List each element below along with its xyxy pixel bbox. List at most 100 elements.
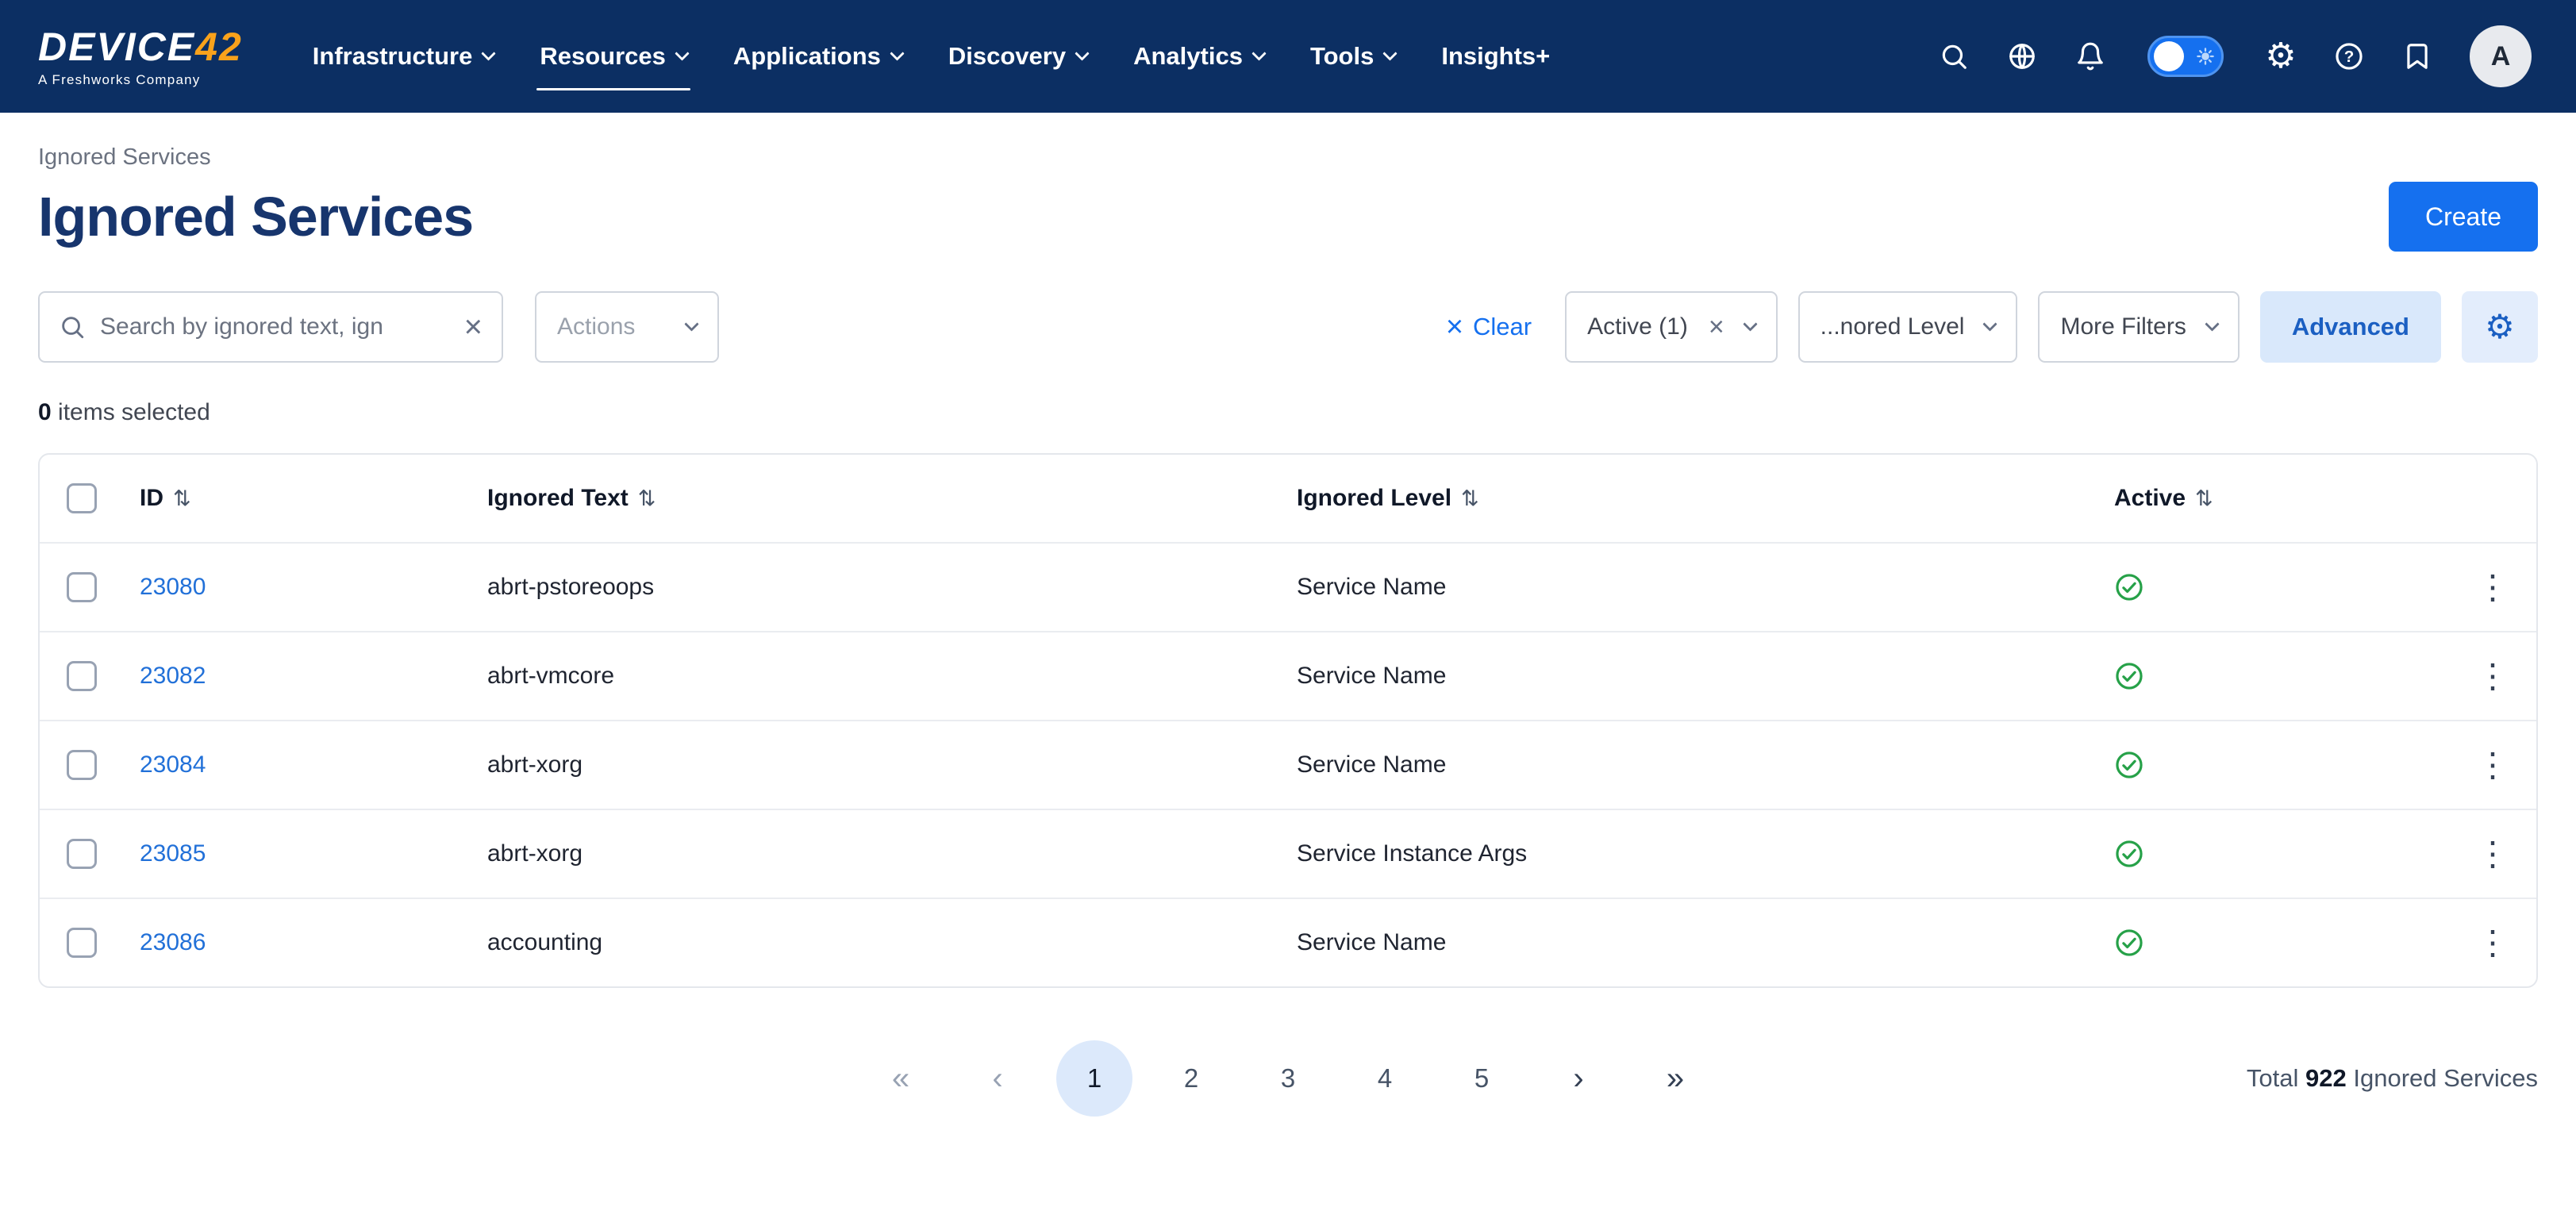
page-button-3[interactable]: 3 [1250,1040,1326,1117]
row-checkbox[interactable] [67,750,97,780]
active-filter-label: Active (1) [1587,313,1688,340]
search-clear-icon[interactable]: × [464,311,483,343]
nav-infrastructure[interactable]: Infrastructure [313,0,494,113]
row-kebab-menu-icon[interactable]: ⋮ [2476,748,2509,782]
row-id-link[interactable]: 23082 [140,663,206,690]
clear-filters-button[interactable]: × Clear [1446,312,1532,342]
notifications-bell-icon[interactable] [2074,40,2106,72]
nav-discovery[interactable]: Discovery [948,0,1087,113]
clear-x-icon: × [1446,312,1463,342]
row-ignored-level: Service Name [1297,751,1446,778]
table-row: 23080 abrt-pstoreoops Service Name ⋮ [40,542,2536,631]
main-nav: Infrastructure Resources Applications Di… [313,0,1550,113]
actions-dropdown[interactable]: Actions [535,291,719,363]
advanced-button[interactable]: Advanced [2260,291,2441,363]
navbar-actions: ⚙ ? A [1938,25,2532,87]
row-kebab-menu-icon[interactable]: ⋮ [2476,837,2509,871]
settings-gear-icon[interactable]: ⚙ [2265,40,2297,72]
gear-icon: ⚙ [2485,310,2515,344]
page-button-2[interactable]: 2 [1153,1040,1229,1117]
nav-label: Infrastructure [313,42,473,71]
row-kebab-menu-icon[interactable]: ⋮ [2476,926,2509,959]
first-page-button[interactable]: « [863,1040,939,1117]
sun-icon [2197,48,2214,65]
row-id-link[interactable]: 23085 [140,840,206,867]
row-ignored-text: accounting [487,929,602,956]
last-page-button[interactable]: » [1637,1040,1713,1117]
search-input[interactable] [100,313,450,340]
row-ignored-text: abrt-xorg [487,751,582,778]
table-settings-button[interactable]: ⚙ [2462,291,2538,363]
row-ignored-level: Service Name [1297,574,1446,601]
toolbar-left: × Actions [38,291,719,363]
logo-brand: DEVICE [38,25,195,69]
row-id-link[interactable]: 23084 [140,751,206,778]
active-check-icon [2114,661,2144,691]
next-page-button[interactable]: › [1540,1040,1617,1117]
create-button[interactable]: Create [2389,182,2538,252]
col-header-id[interactable]: ID [140,485,163,512]
selection-label: items selected [58,399,210,425]
row-ignored-level: Service Instance Args [1297,840,1527,867]
col-header-ignored-text[interactable]: Ignored Text [487,485,629,512]
row-checkbox[interactable] [67,572,97,602]
row-kebab-menu-icon[interactable]: ⋮ [2476,571,2509,604]
logo-text: DEVICE42 [38,27,243,67]
pagination-row: « ‹ 1 2 3 4 5 › » Total 922 Ignored Serv… [38,1040,2538,1117]
row-ignored-text: abrt-pstoreoops [487,574,654,601]
active-check-icon [2114,839,2144,869]
user-avatar[interactable]: A [2470,25,2532,87]
remove-filter-icon[interactable]: × [1709,313,1724,340]
row-ignored-level: Service Name [1297,929,1446,956]
actions-label: Actions [557,313,635,340]
nav-applications[interactable]: Applications [733,0,902,113]
chevron-down-icon [482,46,496,60]
col-header-active[interactable]: Active [2114,485,2186,512]
sort-icon[interactable]: ⇅ [173,486,191,511]
logo-subtitle: A Freshworks Company [38,73,243,86]
col-header-ignored-level[interactable]: Ignored Level [1297,485,1451,512]
table-row: 23085 abrt-xorg Service Instance Args ⋮ [40,809,2536,898]
help-icon[interactable]: ? [2333,40,2365,72]
globe-icon[interactable] [2006,40,2038,72]
more-filters-dropdown[interactable]: More Filters [2038,291,2239,363]
theme-toggle[interactable] [2147,36,2224,77]
nav-label: Applications [733,42,881,71]
pager: « ‹ 1 2 3 4 5 › » [863,1040,1713,1117]
breadcrumb[interactable]: Ignored Services [38,144,2538,171]
sort-icon[interactable]: ⇅ [638,486,656,511]
row-ignored-level: Service Name [1297,663,1446,690]
logo-brand-42: 42 [195,25,243,69]
chevron-down-icon [675,46,689,60]
nav-resources[interactable]: Resources [540,0,687,113]
row-checkbox[interactable] [67,661,97,691]
ignored-level-dropdown[interactable]: ...nored Level [1798,291,2018,363]
page-button-1[interactable]: 1 [1056,1040,1132,1117]
row-kebab-menu-icon[interactable]: ⋮ [2476,659,2509,693]
active-filter-chip[interactable]: Active (1) × [1565,291,1778,363]
total-number: 922 [2305,1064,2347,1092]
toolbar: × Actions × Clear Active (1) × ...nored … [38,291,2538,363]
select-all-checkbox[interactable] [67,483,97,513]
sort-icon[interactable]: ⇅ [1461,486,1479,511]
bookmark-icon[interactable] [2401,40,2433,72]
row-ignored-text: abrt-vmcore [487,663,614,690]
device42-logo[interactable]: DEVICE42 A Freshworks Company [38,27,243,86]
row-checkbox[interactable] [67,928,97,958]
avatar-initial: A [2491,41,2511,72]
top-navbar: DEVICE42 A Freshworks Company Infrastruc… [0,0,2576,113]
page-button-5[interactable]: 5 [1444,1040,1520,1117]
row-id-link[interactable]: 23086 [140,929,206,956]
nav-analytics[interactable]: Analytics [1133,0,1264,113]
row-checkbox[interactable] [67,839,97,869]
sort-icon[interactable]: ⇅ [2195,486,2213,511]
nav-insights-plus[interactable]: Insights+ [1441,0,1550,113]
previous-page-button[interactable]: ‹ [959,1040,1036,1117]
row-ignored-text: abrt-xorg [487,840,582,867]
search-icon[interactable] [1938,40,1970,72]
toolbar-right: × Clear Active (1) × ...nored Level More… [1446,291,2538,363]
nav-tools[interactable]: Tools [1310,0,1395,113]
row-id-link[interactable]: 23080 [140,574,206,601]
page-button-4[interactable]: 4 [1347,1040,1423,1117]
page-title: Ignored Services [38,185,473,248]
